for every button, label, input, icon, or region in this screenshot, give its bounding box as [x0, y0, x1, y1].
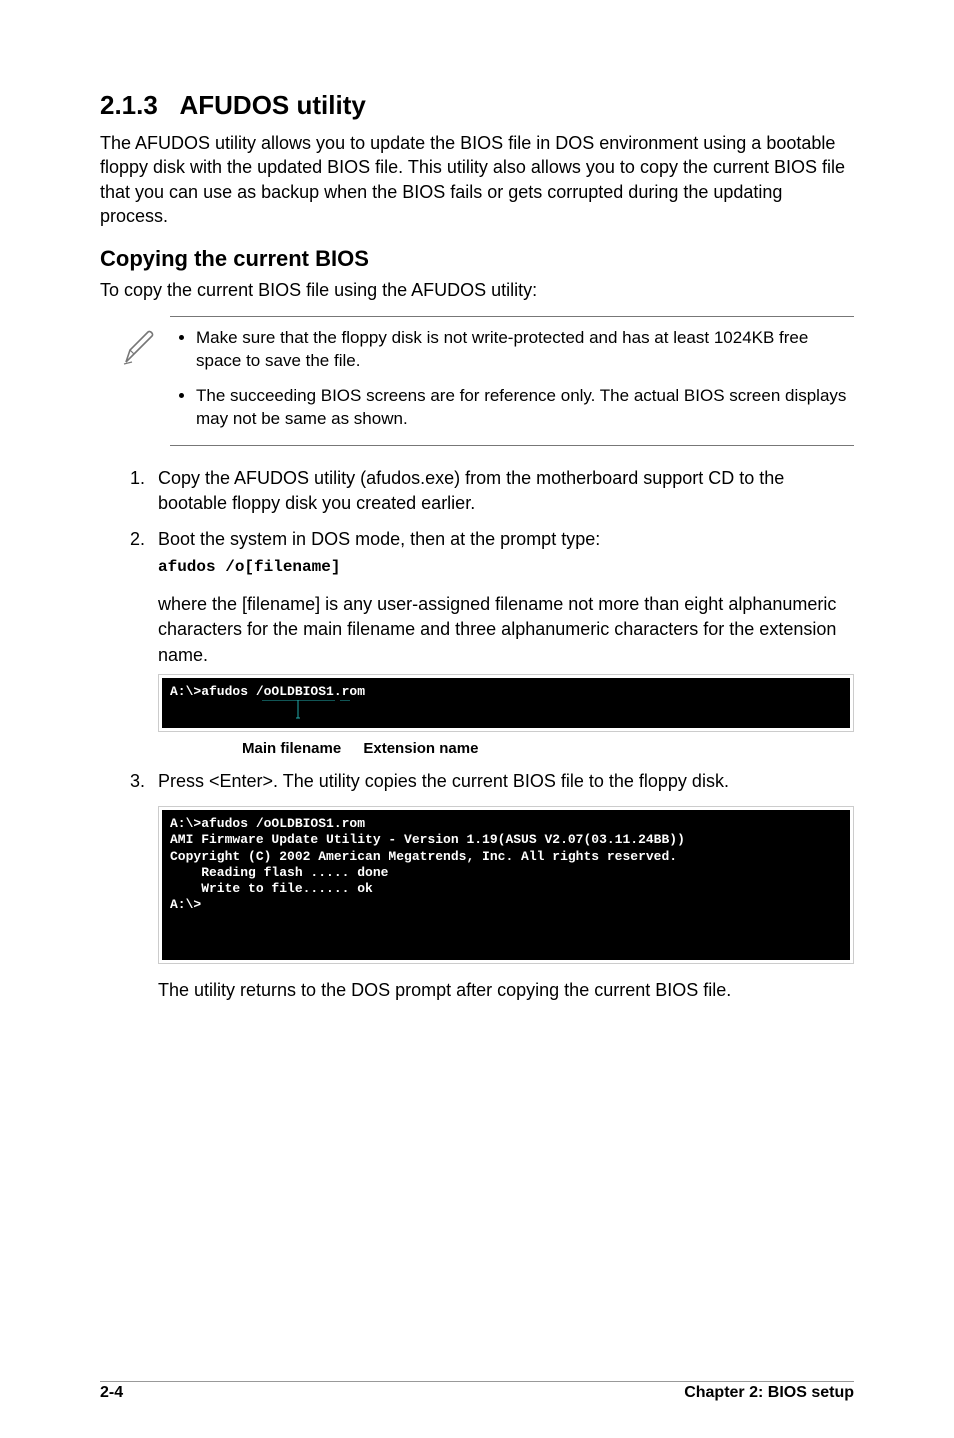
sub-intro: To copy the current BIOS file using the …: [100, 278, 854, 302]
step-3: Press <Enter>. The utility copies the cu…: [150, 769, 854, 1003]
terminal-annotations: Main filename Extension name: [158, 738, 854, 759]
section-heading: 2.1.3 AFUDOS utility: [100, 90, 854, 121]
step-2: Boot the system in DOS mode, then at the…: [150, 527, 854, 759]
pen-icon: [120, 316, 170, 446]
page-footer: 2-4 Chapter 2: BIOS setup: [100, 1381, 854, 1402]
page-number: 2-4: [100, 1384, 123, 1402]
note-bullet: The succeeding BIOS screens are for refe…: [196, 385, 854, 431]
terminal-box: A:\>afudos /oOLDBIOS1.rom AMI Firmware U…: [158, 806, 854, 964]
annotation-main-filename: Main filename: [242, 740, 341, 757]
note-bullet: Make sure that the floppy disk is not wr…: [196, 327, 854, 373]
chapter-label: Chapter 2: BIOS setup: [684, 1384, 854, 1402]
terminal-content: A:\>afudos /oOLDBIOS1.rom AMI Firmware U…: [162, 810, 850, 960]
sub-heading: Copying the current BIOS: [100, 246, 854, 272]
note-content: Make sure that the floppy disk is not wr…: [170, 316, 854, 446]
step-3-after: The utility returns to the DOS prompt af…: [158, 978, 854, 1003]
step-list: Copy the AFUDOS utility (afudos.exe) fro…: [100, 466, 854, 1003]
annotation-extension-name: Extension name: [363, 740, 478, 757]
terminal-box: A:\>afudos /oOLDBIOS1.rom: [158, 674, 854, 732]
note-block: Make sure that the floppy disk is not wr…: [120, 316, 854, 446]
terminal-content: A:\>afudos /oOLDBIOS1.rom: [162, 678, 850, 728]
step-2-desc: where the [filename] is any user-assigne…: [158, 592, 854, 668]
section-number: 2.1.3: [100, 90, 158, 120]
step-1: Copy the AFUDOS utility (afudos.exe) fro…: [150, 466, 854, 516]
section-title: AFUDOS utility: [180, 90, 366, 120]
section-intro: The AFUDOS utility allows you to update …: [100, 131, 854, 228]
command-text: afudos /o[filename]: [158, 556, 854, 578]
